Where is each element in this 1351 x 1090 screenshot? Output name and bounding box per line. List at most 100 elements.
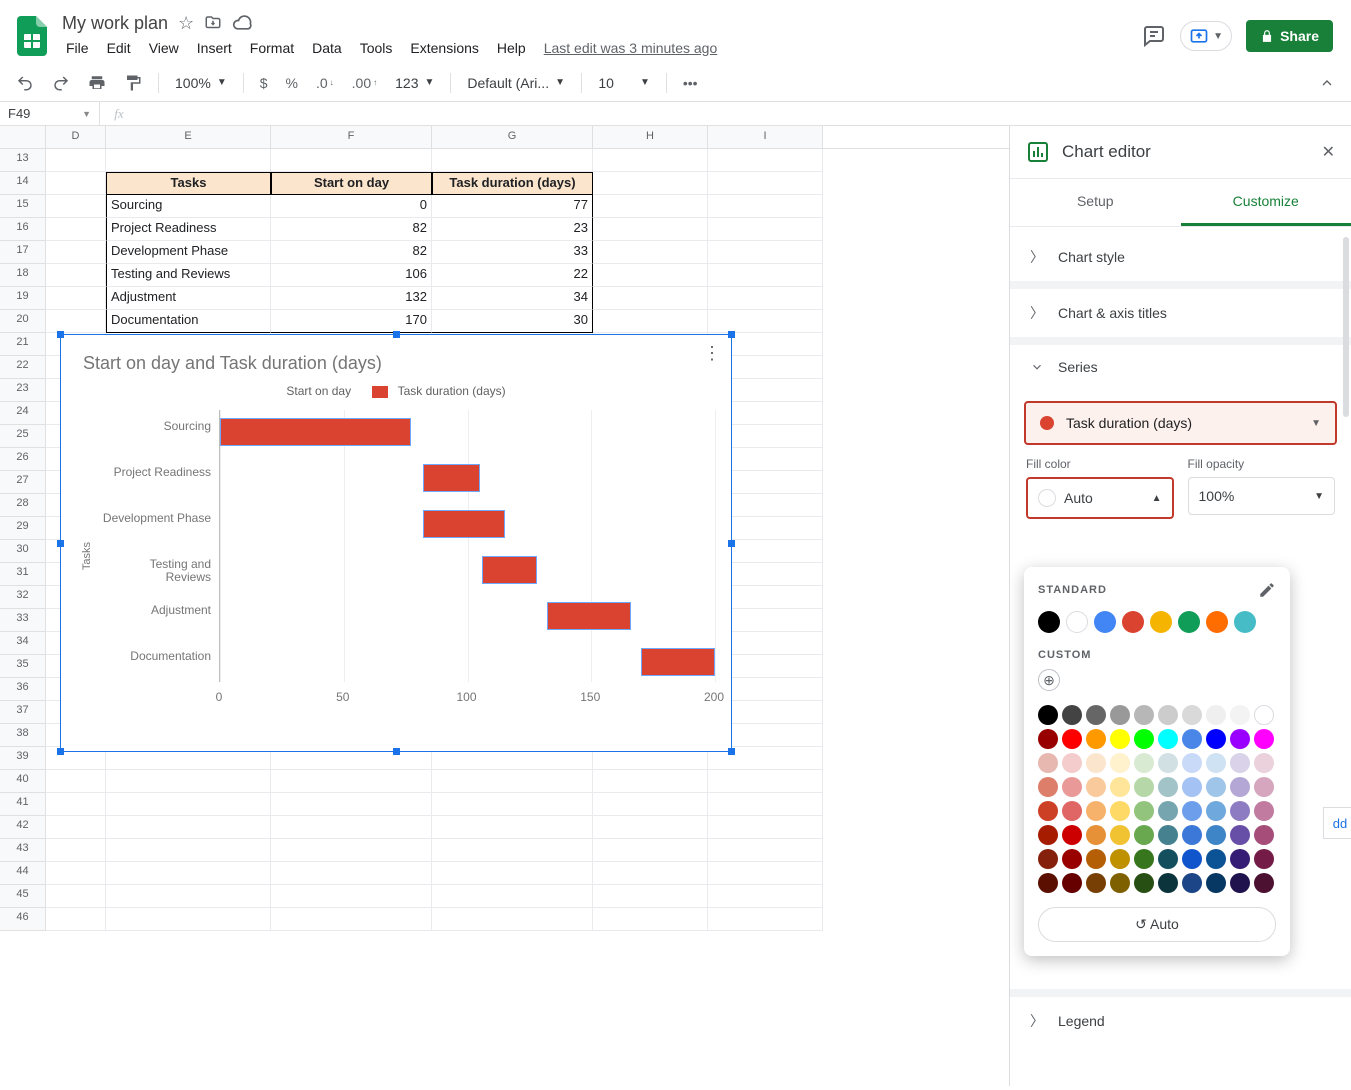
cell[interactable]	[271, 839, 432, 862]
color-swatch[interactable]	[1134, 729, 1154, 749]
color-swatch[interactable]	[1206, 777, 1226, 797]
cell[interactable]	[271, 793, 432, 816]
cloud-status-icon[interactable]	[232, 15, 252, 31]
row-header[interactable]: 32	[0, 586, 46, 609]
name-box[interactable]: F49▼	[0, 102, 100, 125]
color-swatch[interactable]	[1182, 777, 1202, 797]
cell[interactable]	[708, 241, 823, 264]
cell[interactable]	[593, 770, 708, 793]
cell[interactable]: 22	[432, 264, 593, 287]
chart-menu-icon[interactable]: ⋮	[703, 343, 721, 364]
cell[interactable]	[46, 310, 106, 333]
gantt-bar[interactable]	[220, 418, 411, 446]
gantt-bar[interactable]	[547, 602, 631, 630]
auto-color-button[interactable]: ↺ Auto	[1038, 907, 1276, 942]
row-header[interactable]: 23	[0, 379, 46, 402]
cell[interactable]: 132	[271, 287, 432, 310]
menu-edit[interactable]: Edit	[99, 36, 139, 60]
gantt-bar[interactable]	[482, 556, 536, 584]
row-header[interactable]: 25	[0, 425, 46, 448]
cell[interactable]	[106, 885, 271, 908]
cell[interactable]	[593, 310, 708, 333]
cell[interactable]	[271, 149, 432, 172]
collapse-toolbar-icon[interactable]	[1313, 71, 1341, 95]
color-swatch[interactable]	[1158, 873, 1178, 893]
color-swatch[interactable]	[1062, 705, 1082, 725]
select-all-corner[interactable]	[0, 126, 46, 148]
row-header[interactable]: 35	[0, 655, 46, 678]
color-swatch[interactable]	[1178, 611, 1200, 633]
present-dropdown[interactable]: ▼	[1180, 21, 1232, 51]
cell[interactable]	[593, 793, 708, 816]
fill-opacity-select[interactable]: 100%▼	[1188, 477, 1336, 515]
color-swatch[interactable]	[1158, 849, 1178, 869]
cell[interactable]	[46, 885, 106, 908]
number-format-select[interactable]: 123 ▼	[389, 71, 440, 95]
color-swatch[interactable]	[1134, 801, 1154, 821]
menu-insert[interactable]: Insert	[189, 36, 240, 60]
cell[interactable]	[708, 287, 823, 310]
row-header[interactable]: 26	[0, 448, 46, 471]
spreadsheet-grid[interactable]: DEFGHI 131415161718192021222324252627282…	[0, 126, 1009, 1086]
row-header[interactable]: 19	[0, 287, 46, 310]
color-swatch[interactable]	[1254, 825, 1274, 845]
cell[interactable]	[46, 770, 106, 793]
color-swatch[interactable]	[1206, 849, 1226, 869]
menu-help[interactable]: Help	[489, 36, 534, 60]
cell[interactable]	[432, 908, 593, 931]
color-swatch[interactable]	[1182, 849, 1202, 869]
row-header[interactable]: 18	[0, 264, 46, 287]
cell[interactable]	[708, 310, 823, 333]
cell[interactable]	[593, 172, 708, 195]
cell[interactable]: Testing and Reviews	[106, 264, 271, 287]
cell[interactable]	[593, 839, 708, 862]
color-swatch[interactable]	[1086, 801, 1106, 821]
comments-icon[interactable]	[1142, 24, 1166, 48]
cell[interactable]: 0	[271, 195, 432, 218]
cell[interactable]	[593, 816, 708, 839]
gantt-bar[interactable]	[423, 464, 480, 492]
tab-setup[interactable]: Setup	[1010, 179, 1181, 226]
row-header[interactable]: 29	[0, 517, 46, 540]
color-swatch[interactable]	[1134, 777, 1154, 797]
row-header[interactable]: 34	[0, 632, 46, 655]
color-swatch[interactable]	[1062, 729, 1082, 749]
color-swatch[interactable]	[1086, 705, 1106, 725]
cell[interactable]	[106, 862, 271, 885]
row-header[interactable]: 43	[0, 839, 46, 862]
cell[interactable]: 23	[432, 218, 593, 241]
cell[interactable]	[46, 816, 106, 839]
color-swatch[interactable]	[1134, 705, 1154, 725]
row-header[interactable]: 44	[0, 862, 46, 885]
color-swatch[interactable]	[1110, 825, 1130, 845]
tab-customize[interactable]: Customize	[1181, 179, 1351, 226]
move-icon[interactable]	[204, 14, 222, 32]
cell[interactable]	[271, 908, 432, 931]
row-header[interactable]: 38	[0, 724, 46, 747]
color-swatch[interactable]	[1066, 611, 1088, 633]
column-header[interactable]: G	[432, 126, 593, 148]
color-swatch[interactable]	[1038, 801, 1058, 821]
row-header[interactable]: 33	[0, 609, 46, 632]
cell[interactable]	[432, 862, 593, 885]
cell[interactable]	[593, 885, 708, 908]
color-swatch[interactable]	[1254, 777, 1274, 797]
cell[interactable]: Project Readiness	[106, 218, 271, 241]
color-swatch[interactable]	[1206, 801, 1226, 821]
color-swatch[interactable]	[1206, 611, 1228, 633]
row-header[interactable]: 21	[0, 333, 46, 356]
cell[interactable]	[271, 816, 432, 839]
cell[interactable]	[46, 241, 106, 264]
row-header[interactable]: 42	[0, 816, 46, 839]
column-header[interactable]: E	[106, 126, 271, 148]
cell[interactable]	[708, 218, 823, 241]
cell[interactable]	[593, 862, 708, 885]
color-swatch[interactable]	[1230, 729, 1250, 749]
section-series[interactable]: Series	[1010, 345, 1351, 389]
column-header[interactable]: I	[708, 126, 823, 148]
cell[interactable]	[708, 195, 823, 218]
cell[interactable]: Development Phase	[106, 241, 271, 264]
color-swatch[interactable]	[1038, 753, 1058, 773]
color-swatch[interactable]	[1230, 873, 1250, 893]
cell[interactable]	[708, 172, 823, 195]
